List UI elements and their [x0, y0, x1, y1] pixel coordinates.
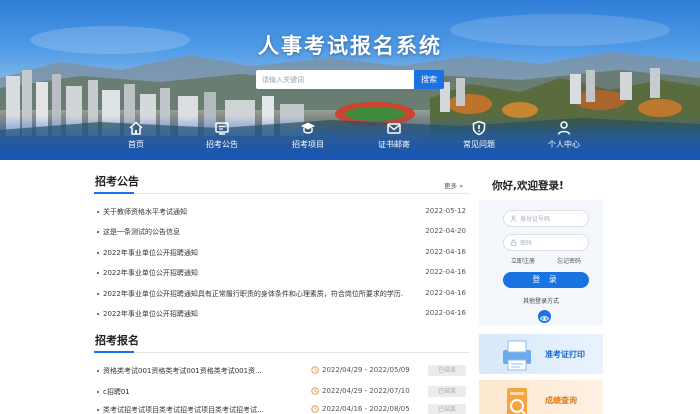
other-login-label: 其他登录方式 — [522, 298, 559, 305]
section-accent-bar — [94, 192, 134, 194]
id-number-placeholder: 身份证号码 — [520, 216, 551, 223]
mail-icon — [387, 123, 401, 134]
user-icon — [510, 215, 517, 222]
nav-item-faq[interactable]: 常见问题 — [449, 120, 509, 158]
shield-alert-icon — [472, 120, 486, 136]
clock-icon — [311, 366, 319, 374]
exam-period: 2022/04/29 - 2022/07/10 — [322, 387, 410, 395]
bullet-icon — [97, 409, 99, 411]
nav-item-user-center[interactable]: 个人中心 — [534, 120, 594, 158]
header-banner: 人事考试报名系统 搜索 首页 招考公告 招考项目 — [0, 0, 700, 160]
card-label: 准考证打印 — [545, 350, 585, 359]
list-item[interactable]: 这是一条测试的公告信息 2022-04-20 — [96, 227, 468, 239]
site-title: 人事考试报名系统 — [258, 34, 442, 58]
divider — [94, 352, 470, 353]
list-item[interactable]: 2022年事业单位公开招聘通知 2022-04-16 — [96, 268, 468, 280]
bullet-icon — [97, 211, 99, 213]
eye-icon — [539, 316, 550, 321]
clock-icon — [311, 405, 319, 413]
list-item[interactable]: 2022年事业单位公开招聘通知具有正常履行职责的身体条件和心理素质，符合岗位所要… — [96, 289, 468, 301]
status-badge: 已结束 — [428, 386, 466, 397]
bullet-icon — [97, 293, 99, 295]
bullet-icon — [97, 252, 99, 254]
status-badge: 已结束 — [428, 404, 466, 414]
login-greeting: 你好,欢迎登录! — [492, 180, 564, 192]
nav-label: 证书邮寄 — [378, 140, 410, 149]
nav-item-home[interactable]: 首页 — [106, 120, 166, 158]
notice-title: 2022年事业单位公开招聘通知 — [103, 249, 198, 257]
registration-section-title: 招考报名 — [95, 334, 139, 347]
password-placeholder: 密码 — [520, 240, 533, 247]
list-item[interactable]: 2022年事业单位公开招聘通知 2022-04-16 — [96, 248, 468, 260]
card-label: 成绩查询 — [545, 396, 577, 405]
notice-title: 这是一条测试的公告信息 — [103, 228, 180, 236]
section-accent-bar — [94, 351, 134, 353]
nav-label: 首页 — [128, 140, 144, 149]
exam-period: 2022/04/16 - 2022/08/05 — [322, 405, 410, 413]
notice-title: 2022年事业单位公开招聘通知 — [103, 310, 198, 318]
id-number-field[interactable]: 身份证号码 — [503, 210, 589, 227]
notices-section-title: 招考公告 — [95, 175, 139, 188]
nav-item-projects[interactable]: 招考项目 — [278, 120, 338, 158]
nav-item-certificate-mail[interactable]: 证书邮寄 — [364, 120, 424, 158]
exam-title: 资格类考试001资格类考试001资格类考试001资... — [103, 367, 262, 375]
exam-title: c招聘01 — [103, 388, 130, 396]
notice-title: 关于教师资格水平考试通知 — [103, 208, 187, 216]
home-icon — [129, 121, 143, 135]
login-button[interactable]: 登 录 — [503, 272, 589, 288]
user-icon — [557, 121, 571, 135]
divider — [94, 193, 470, 194]
printer-icon — [503, 340, 531, 371]
exam-title: 类考试招考试项目类考试招考试项目类考试招考试... — [103, 406, 264, 414]
list-item[interactable]: 关于教师资格水平考试通知 2022-05-12 — [96, 207, 468, 219]
nav-label: 招考公告 — [206, 140, 238, 149]
nav-label: 个人中心 — [548, 140, 580, 149]
score-search-icon — [507, 388, 527, 414]
score-query-card[interactable]: 成绩查询 — [479, 380, 603, 414]
notice-date: 2022-05-12 — [425, 207, 466, 215]
nav-label: 常见问题 — [463, 140, 495, 149]
search-button[interactable]: 搜索 — [414, 70, 444, 89]
lock-icon — [510, 239, 517, 246]
status-badge: 已结束 — [428, 365, 466, 376]
notice-title: 2022年事业单位公开招聘通知 — [103, 269, 198, 277]
eye-login-icon[interactable] — [538, 310, 551, 323]
notice-date: 2022-04-20 — [425, 227, 466, 235]
admission-ticket-print-card[interactable]: 准考证打印 — [479, 334, 603, 374]
table-row[interactable]: 类考试招考试项目类考试招考试项目类考试招考试... 2022/04/16 - 2… — [96, 404, 468, 414]
main-nav: 首页 招考公告 招考项目 证书邮寄 常见问题 个人中心 — [0, 116, 700, 160]
bullet-icon — [97, 231, 99, 233]
notice-board-icon — [215, 122, 229, 135]
bullet-icon — [97, 313, 99, 315]
bullet-icon — [97, 370, 99, 372]
forgot-password-link[interactable]: 忘记密码 — [557, 256, 581, 265]
search-input[interactable] — [256, 70, 414, 89]
notice-date: 2022-04-16 — [425, 268, 466, 276]
notice-date: 2022-04-16 — [425, 309, 466, 317]
notice-date: 2022-04-16 — [425, 248, 466, 256]
bullet-icon — [97, 272, 99, 274]
table-row[interactable]: c招聘01 2022/04/29 - 2022/07/10 已结束 — [96, 386, 468, 400]
nav-item-notices[interactable]: 招考公告 — [192, 120, 252, 158]
table-row[interactable]: 资格类考试001资格类考试001资格类考试001资... 2022/04/29 … — [96, 365, 468, 379]
exam-period: 2022/04/29 - 2022/05/09 — [322, 366, 410, 374]
clock-icon — [311, 387, 319, 395]
bullet-icon — [97, 391, 99, 393]
list-item[interactable]: 2022年事业单位公开招聘通知 2022-04-16 — [96, 309, 468, 321]
register-link[interactable]: 立即注册 — [511, 256, 535, 265]
notices-more-link[interactable]: 更多 » — [444, 180, 463, 190]
password-field[interactable]: 密码 — [503, 234, 589, 251]
notice-title: 2022年事业单位公开招聘通知具有正常履行职责的身体条件和心理素质，符合岗位所要… — [103, 290, 403, 298]
graduation-cap-icon — [301, 122, 315, 134]
notice-date: 2022-04-16 — [425, 289, 466, 297]
nav-label: 招考项目 — [292, 140, 324, 149]
